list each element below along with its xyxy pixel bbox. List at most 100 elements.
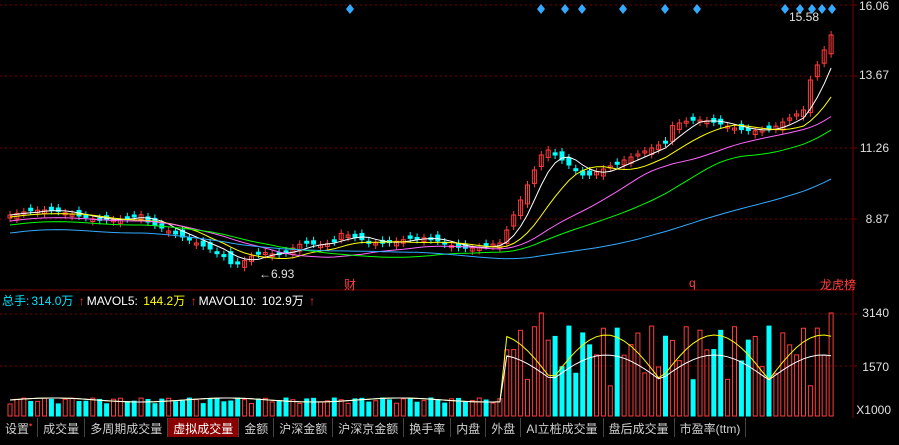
volume-bar: [704, 349, 710, 417]
total-volume-label: 总手:: [2, 294, 30, 308]
tab-label: 盘后成交量: [608, 422, 669, 436]
tab-label: AI立桩成交量: [526, 422, 598, 436]
candle-body: [304, 240, 310, 244]
volume-bar: [21, 397, 27, 417]
volume-bar: [290, 399, 296, 417]
volume-bar: [531, 326, 537, 417]
volume-bar: [345, 402, 351, 417]
candle-body: [173, 230, 179, 235]
marker-q[interactable]: q: [689, 276, 696, 290]
volume-bar: [511, 349, 517, 417]
volume-bar: [407, 397, 413, 417]
candle-body: [28, 207, 34, 212]
volume-bar: [718, 329, 724, 417]
volume-tick-1: 3140: [862, 306, 889, 320]
tab-7[interactable]: 换手率: [404, 418, 452, 437]
total-volume-value: 314.0万: [31, 294, 74, 308]
volume-bar: [180, 400, 185, 417]
volume-bar: [621, 354, 627, 417]
tab-label: 换手率: [409, 422, 446, 436]
volume-bar: [780, 332, 786, 417]
tab-sup: •: [29, 420, 33, 430]
volume-bar: [428, 397, 434, 417]
candle-body: [200, 240, 206, 247]
ma30-line: [9, 129, 832, 258]
volume-ma5-line: [9, 334, 832, 403]
volume-bar: [697, 329, 703, 417]
candle-body: [483, 243, 489, 247]
candle-body: [186, 237, 192, 241]
volume-bar: [690, 379, 696, 417]
volume-bar: [7, 403, 13, 417]
tab-2[interactable]: 多周期成交量: [85, 418, 169, 437]
candle-body: [766, 125, 772, 129]
volume-unit: X1000: [856, 403, 891, 417]
candle-body: [407, 235, 413, 239]
candle-body: [435, 234, 441, 242]
volume-bar: [138, 397, 144, 417]
candle-body: [352, 233, 358, 238]
volume-bar: [393, 402, 399, 417]
candle-body: [573, 168, 579, 172]
volume-bar: [297, 402, 303, 417]
volume-bar: [311, 397, 317, 417]
candle-body: [124, 216, 130, 220]
tab-11[interactable]: 盘后成交量: [604, 418, 675, 437]
candle-body: [83, 214, 89, 219]
volume-bar: [324, 400, 330, 417]
volume-bar: [600, 327, 606, 417]
candle-body: [331, 239, 337, 243]
volume-bar: [669, 339, 675, 417]
tab-1[interactable]: 成交量: [38, 418, 86, 437]
tab-6[interactable]: 沪深京金额: [333, 418, 405, 437]
tab-12[interactable]: 市盈率(ttm): [675, 418, 747, 437]
marker-cai[interactable]: 财: [344, 276, 356, 293]
volume-bar: [221, 401, 227, 417]
tab-label: 虚拟成交量: [173, 422, 234, 436]
volume-bar: [14, 398, 20, 417]
volume-bar: [97, 398, 103, 417]
tab-0[interactable]: 设置•: [0, 418, 39, 437]
volume-bar: [276, 400, 282, 417]
event-diamond-icon: [537, 4, 545, 14]
tab-5[interactable]: 沪深金额: [274, 418, 334, 437]
volume-bar: [683, 326, 689, 417]
volume-bar: [794, 354, 800, 417]
volume-bar: [642, 372, 648, 417]
mavol5-value: 144.2万: [143, 294, 186, 308]
marker-longhubang[interactable]: 龙虎榜: [820, 276, 856, 293]
mavol10-label: MAVOL10:: [198, 294, 257, 308]
tab-9[interactable]: 外盘: [486, 418, 522, 437]
kline-chart[interactable]: [0, 0, 899, 418]
candle-body: [221, 254, 227, 258]
volume-bar: [607, 385, 613, 417]
volume-bar: [442, 402, 448, 417]
volume-bar: [725, 378, 731, 417]
volume-bar: [186, 397, 192, 417]
volume-bar: [628, 344, 634, 417]
volume-bar: [504, 349, 510, 417]
mavol10-value: 102.9万: [261, 294, 304, 308]
volume-bar: [752, 335, 758, 417]
candle-body: [745, 127, 751, 132]
volume-bar: [235, 397, 241, 417]
event-diamond-icon: [828, 4, 836, 14]
volume-bar: [476, 397, 482, 417]
volume-bar: [338, 399, 344, 417]
event-diamond-icon: [578, 4, 586, 14]
ma5-line: [9, 67, 832, 261]
tab-4[interactable]: 金额: [239, 418, 275, 437]
tab-10[interactable]: AI立桩成交量: [521, 418, 604, 437]
tab-8[interactable]: 内盘: [451, 418, 487, 437]
volume-bar: [545, 339, 551, 417]
mavol5-label: MAVOL5:: [86, 294, 138, 308]
volume-bar: [242, 399, 248, 417]
volume-bar: [269, 401, 275, 417]
volume-bar: [711, 349, 717, 417]
candle-body: [414, 236, 420, 240]
event-diamond-icon: [781, 4, 789, 14]
volume-bar: [614, 327, 620, 417]
volume-bar: [111, 398, 116, 417]
tab-3[interactable]: 虚拟成交量: [168, 418, 240, 437]
price-tick-4: 8.87: [865, 212, 889, 226]
